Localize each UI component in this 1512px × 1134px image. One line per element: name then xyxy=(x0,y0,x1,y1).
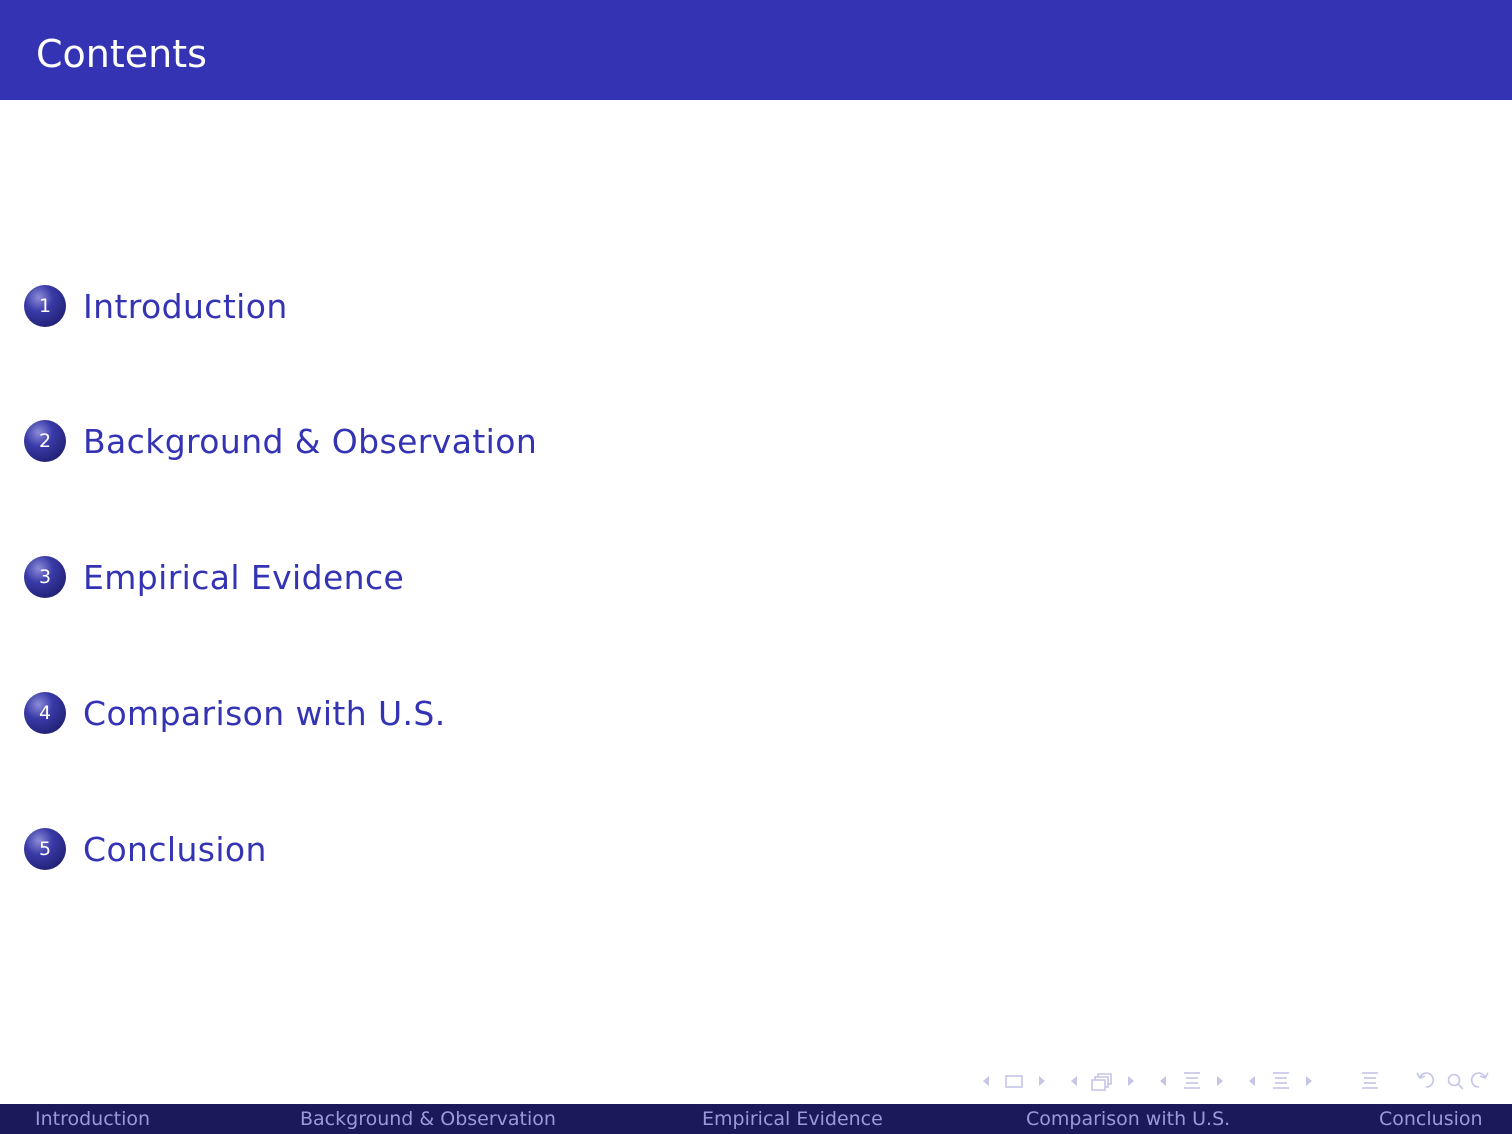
toc-number-ball: 5 xyxy=(24,828,66,870)
footline-section-background-observation[interactable]: Background & Observation xyxy=(300,1107,556,1131)
footline-section-conclusion[interactable]: Conclusion xyxy=(1379,1107,1483,1131)
frame-forward-arrow-icon[interactable] xyxy=(1039,1076,1045,1086)
frame-back-arrow-icon[interactable] xyxy=(983,1076,989,1086)
navigation-symbols xyxy=(974,1068,1504,1094)
toc-item-introduction[interactable]: 1 Introduction xyxy=(24,284,288,328)
table-of-contents: 1 Introduction 2 Background & Observatio… xyxy=(0,0,1512,1134)
toc-number-ball: 2 xyxy=(24,420,66,462)
toc-item-label: Conclusion xyxy=(83,829,267,869)
document-back-arrow-icon[interactable] xyxy=(1249,1076,1255,1086)
footline-section-empirical-evidence[interactable]: Empirical Evidence xyxy=(702,1107,883,1131)
subsection-back-arrow-icon[interactable] xyxy=(1071,1076,1077,1086)
toc-number-ball: 4 xyxy=(24,692,66,734)
back-undo-icon[interactable] xyxy=(1416,1072,1435,1088)
forward-redo-icon[interactable] xyxy=(1470,1072,1489,1088)
toc-item-empirical-evidence[interactable]: 3 Empirical Evidence xyxy=(24,555,404,599)
appendix-icon[interactable] xyxy=(1362,1072,1378,1089)
document-forward-arrow-icon[interactable] xyxy=(1306,1076,1312,1086)
footline-section-introduction[interactable]: Introduction xyxy=(35,1107,150,1131)
footline-section-comparison-us[interactable]: Comparison with U.S. xyxy=(1026,1107,1230,1131)
toc-item-conclusion[interactable]: 5 Conclusion xyxy=(24,827,267,871)
section-icon[interactable] xyxy=(1184,1072,1200,1089)
toc-number-ball: 1 xyxy=(24,285,66,327)
document-icon[interactable] xyxy=(1273,1072,1289,1089)
search-icon[interactable] xyxy=(1447,1073,1464,1090)
subsection-forward-arrow-icon[interactable] xyxy=(1128,1076,1134,1086)
toc-number-ball: 3 xyxy=(24,556,66,598)
section-forward-arrow-icon[interactable] xyxy=(1217,1076,1223,1086)
toc-item-label: Introduction xyxy=(83,286,288,326)
toc-item-label: Comparison with U.S. xyxy=(83,693,446,733)
section-back-arrow-icon[interactable] xyxy=(1160,1076,1166,1086)
toc-item-background-observation[interactable]: 2 Background & Observation xyxy=(24,419,537,463)
toc-item-label: Background & Observation xyxy=(83,421,538,461)
subsection-icon[interactable] xyxy=(1091,1073,1112,1091)
toc-item-comparison-us[interactable]: 4 Comparison with U.S. xyxy=(24,691,446,735)
slide: Contents 1 Introduction 2 Background & O… xyxy=(0,0,1512,1134)
toc-item-label: Empirical Evidence xyxy=(83,557,405,597)
frame-icon[interactable] xyxy=(1005,1075,1023,1088)
section-navigation-footline: Introduction Background & Observation Em… xyxy=(0,1104,1512,1134)
